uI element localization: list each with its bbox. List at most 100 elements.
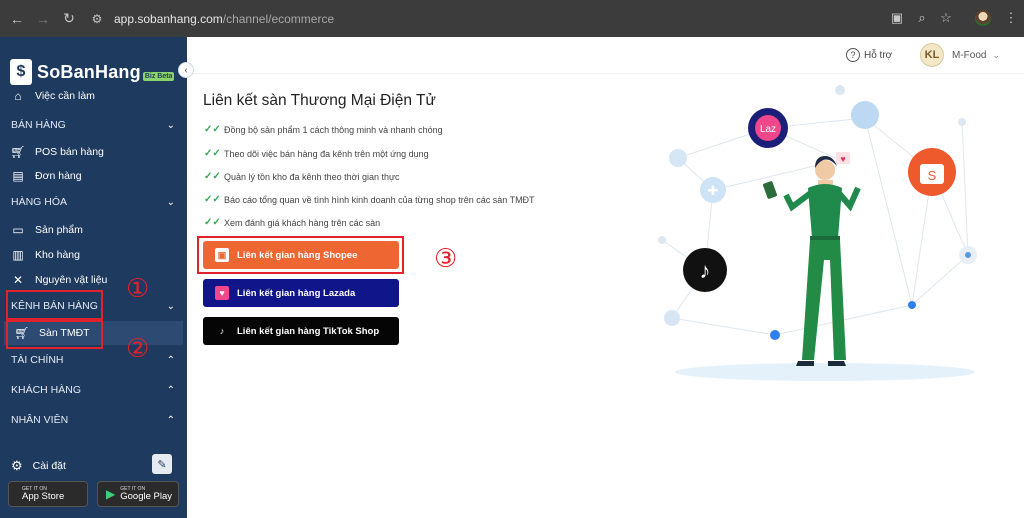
tiktok-note-icon: ♪ xyxy=(219,326,225,336)
check-icon: ✓✓ xyxy=(204,217,221,228)
feature-item: ✓✓ Xem đánh giá khách hàng trên các sàn xyxy=(204,217,380,228)
feature-item: ✓✓ Báo cáo tổng quan về tình hình kinh do… xyxy=(204,194,535,205)
logo-icon: $ xyxy=(10,59,32,85)
sidebar-item-warehouse[interactable]: ▥ Kho hàng xyxy=(0,243,187,267)
user-name: M-Food xyxy=(952,49,987,61)
feature-text: Xem đánh giá khách hàng trên các sàn xyxy=(224,217,381,228)
user-menu[interactable]: KL M-Food ⌄ xyxy=(920,43,1000,67)
check-icon: ✓✓ xyxy=(204,124,221,135)
page-title: Liên kết sàn Thương Mại Điện Tử xyxy=(203,92,436,109)
sidebar-item-orders[interactable]: ▤ Đơn hàng xyxy=(0,164,187,188)
button-label: Liên kết gian hàng Shopee xyxy=(237,249,358,261)
document-icon: ▤ xyxy=(12,169,24,183)
reload-icon[interactable]: ↻ xyxy=(60,10,78,28)
address-bar[interactable]: ⚙ app.sobanhang.com/channel/ecommerce xyxy=(86,5,956,32)
check-icon: ✓✓ xyxy=(204,171,221,182)
section-title: KHÁCH HÀNG xyxy=(11,384,82,396)
sidebar-item-label: Nguyên vật liệu xyxy=(35,274,108,286)
menu-dots-icon[interactable]: ⋮ xyxy=(1002,10,1020,26)
forward-icon[interactable]: → xyxy=(34,10,52,28)
chevron-down-icon: ⌄ xyxy=(166,119,175,131)
sidebar-item-label: POS bán hàng xyxy=(35,146,104,158)
annotation-number-2: ② xyxy=(126,334,150,364)
help-label: Hỗ trợ xyxy=(864,49,893,61)
link-lazada-button[interactable]: ♥ Liên kết gian hàng Lazada xyxy=(203,279,399,307)
section-finance[interactable]: TÀI CHÍNH ⌃ xyxy=(0,349,187,371)
annotation-box-channel xyxy=(6,290,103,320)
bookmark-star-icon[interactable]: ☆ xyxy=(937,10,955,26)
section-customers[interactable]: KHÁCH HÀNG ⌃ xyxy=(0,379,187,401)
annotation-number-1: ① xyxy=(126,274,150,304)
sidebar-item-pos[interactable]: 🛒︎ POS bán hàng xyxy=(0,140,187,164)
svg-text:♥: ♥ xyxy=(840,154,845,164)
lazada-logo-text: Laz xyxy=(760,124,776,135)
box-icon: ▭ xyxy=(12,223,24,237)
sidebar-item-label: Kho hàng xyxy=(35,249,80,261)
feature-text: Quản lý tồn kho đa kênh theo thời gian t… xyxy=(224,171,400,182)
avatar: KL xyxy=(920,43,944,67)
browser-toolbar: ← → ↻ ⚙ app.sobanhang.com/channel/ecomme… xyxy=(0,0,1024,37)
svg-text:♪: ♪ xyxy=(700,258,711,283)
lazada-heart-icon: ♥ xyxy=(215,286,229,300)
collapse-sidebar-button[interactable]: ‹ xyxy=(178,62,194,78)
svg-text:✚: ✚ xyxy=(708,183,719,198)
section-staff[interactable]: NHÂN VIÊN ⌃ xyxy=(0,409,187,431)
cart-icon: 🛒︎ xyxy=(10,145,26,159)
pencil-icon[interactable]: ✎ xyxy=(152,454,172,474)
check-icon: ✓✓ xyxy=(204,148,221,159)
brand-name: SoBanHang xyxy=(37,61,141,82)
section-sales[interactable]: BÁN HÀNG ⌄ xyxy=(0,114,187,136)
settings-label: Cài đặt xyxy=(32,460,66,472)
sidebar: $ SoBanHang Biz Beta ⌂ Việc cần làm BÁN … xyxy=(0,37,187,518)
feature-text: Đồng bộ sản phẩm 1 cách thông minh và nh… xyxy=(224,124,443,135)
store-name: App Store xyxy=(22,490,65,502)
link-shopee-button[interactable]: ▣ Liên kết gian hàng Shopee xyxy=(203,241,399,269)
ecommerce-illustration: ✚ Laz S ♪ ♥ xyxy=(658,85,977,381)
site-info-icon[interactable]: ⚙ xyxy=(86,12,108,26)
section-title: TÀI CHÍNH xyxy=(11,354,64,366)
check-icon: ✓✓ xyxy=(204,194,221,205)
button-label: Liên kết gian hàng TikTok Shop xyxy=(237,325,380,337)
utensils-icon: ✕ xyxy=(12,273,24,287)
back-icon[interactable]: ← xyxy=(8,10,26,28)
link-tiktok-button[interactable]: ♪ Liên kết gian hàng TikTok Shop xyxy=(203,317,399,345)
help-link[interactable]: ? Hỗ trợ xyxy=(846,48,892,62)
chevron-up-icon: ⌃ xyxy=(166,384,175,396)
feature-text: Theo dõi việc bán hàng đa kênh trên một … xyxy=(224,148,429,159)
zoom-icon[interactable]: ⌕ xyxy=(913,10,931,26)
beta-badge: Biz Beta xyxy=(142,71,175,81)
warehouse-icon: ▥ xyxy=(12,248,24,262)
play-icon: ▶ xyxy=(106,487,116,501)
cast-icon[interactable]: ▣ xyxy=(888,10,906,26)
section-title: BÁN HÀNG xyxy=(11,119,66,131)
app-store-button[interactable]: GET IT ON App Store xyxy=(8,481,88,507)
section-title: HÀNG HÓA xyxy=(11,196,68,208)
sidebar-item-tasks[interactable]: ⌂ Việc cần làm xyxy=(0,84,187,108)
shopee-bag-icon: ▣ xyxy=(215,248,229,262)
header-divider xyxy=(187,73,1024,74)
chevron-down-icon: ⌄ xyxy=(166,196,175,208)
home-icon: ⌂ xyxy=(14,89,22,103)
feature-item: ✓✓ Theo dõi việc bán hàng đa kênh trên mộ… xyxy=(204,148,429,159)
question-icon: ? xyxy=(846,48,860,62)
chevron-up-icon: ⌃ xyxy=(166,354,175,366)
sidebar-item-label: Việc cần làm xyxy=(35,90,95,102)
annotation-box-ecommerce xyxy=(6,320,103,349)
feature-text: Báo cáo tổng quan về tình hình kinh doan… xyxy=(224,194,535,205)
sidebar-item-products[interactable]: ▭ Sản phẩm xyxy=(0,218,187,242)
settings-row[interactable]: ⚙ Cài đặt ✎ xyxy=(0,452,187,480)
feature-item: ✓✓ Quản lý tồn kho đa kênh theo thời gian… xyxy=(204,171,400,182)
profile-avatar-icon[interactable] xyxy=(975,10,991,26)
sidebar-item-materials[interactable]: ✕ Nguyên vật liệu xyxy=(0,268,187,292)
url-text: app.sobanhang.com/channel/ecommerce xyxy=(114,11,335,26)
google-play-button[interactable]: ▶ GET IT ON Google Play xyxy=(97,481,179,507)
button-label: Liên kết gian hàng Lazada xyxy=(237,287,356,299)
gear-icon: ⚙ xyxy=(11,458,23,473)
chevron-up-icon: ⌃ xyxy=(166,414,175,426)
annotation-number-3: ③ xyxy=(434,244,458,274)
section-goods[interactable]: HÀNG HÓA ⌄ xyxy=(0,191,187,213)
chevron-down-icon: ⌄ xyxy=(166,300,175,312)
brand-logo[interactable]: $ SoBanHang Biz Beta xyxy=(10,59,175,85)
sidebar-item-label: Đơn hàng xyxy=(35,170,82,182)
chevron-down-icon: ⌄ xyxy=(992,49,1000,60)
